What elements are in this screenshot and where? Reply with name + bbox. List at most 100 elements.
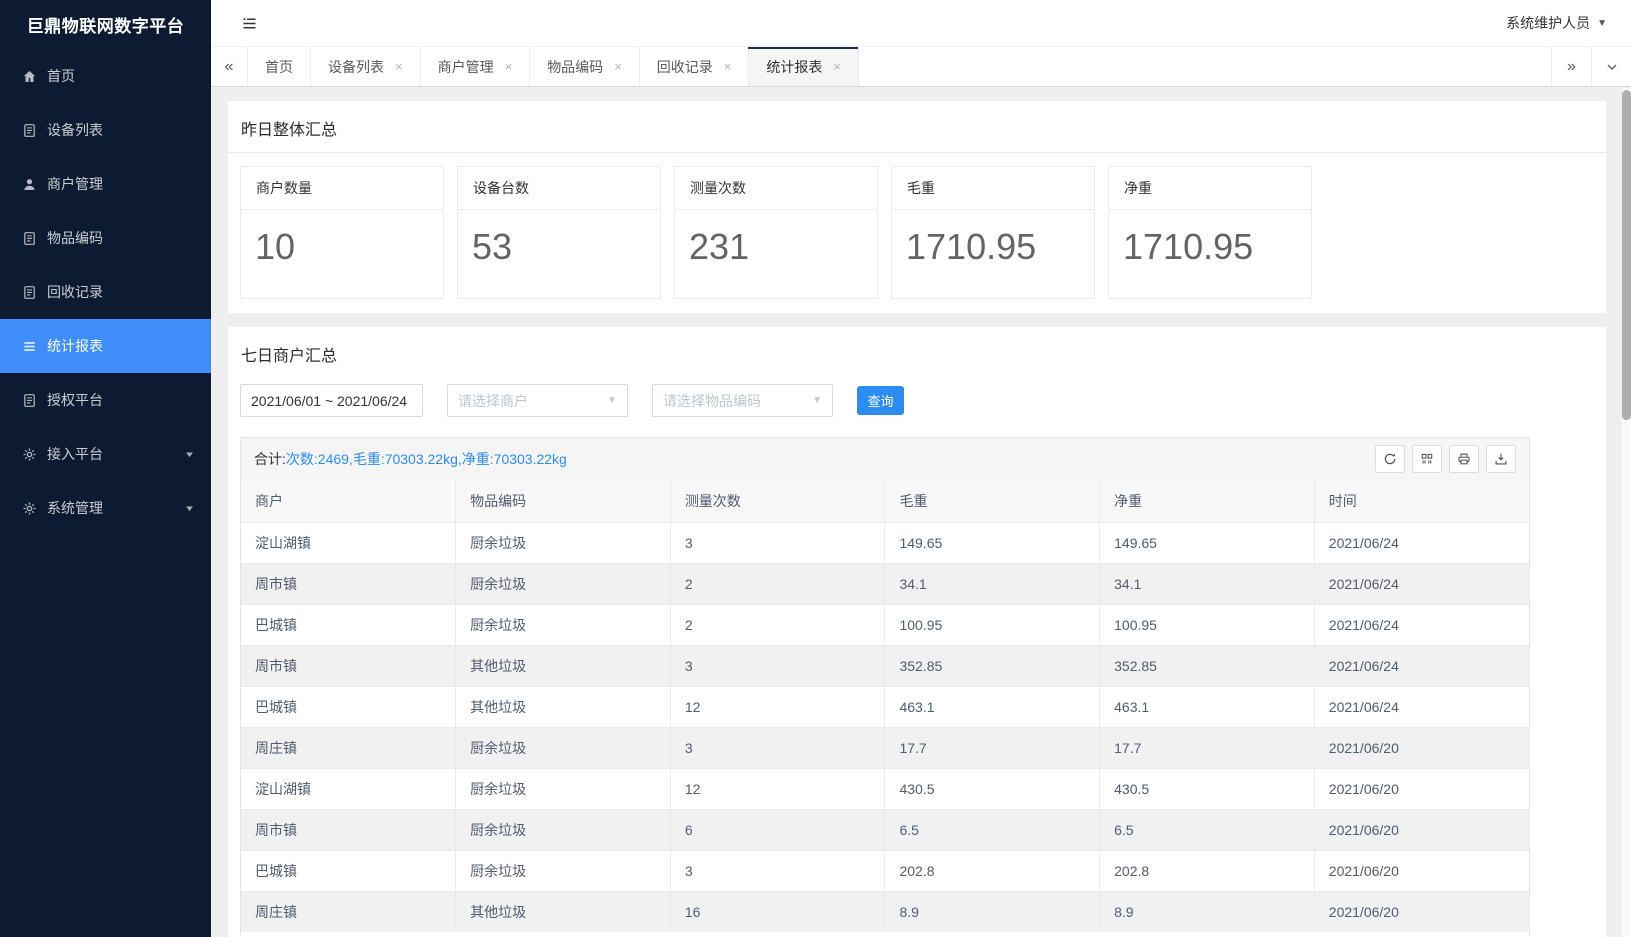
yesterday-summary-title: 昨日整体汇总: [228, 101, 1606, 153]
tab-bar-right-controls: »: [1551, 47, 1631, 86]
table-cell: 202.8: [885, 851, 1100, 892]
table-cell: 12: [670, 769, 885, 810]
tab-label: 物品编码: [547, 57, 603, 77]
tab-label: 回收记录: [657, 57, 713, 77]
tab-物品编码[interactable]: 物品编码 ×: [530, 47, 640, 86]
table-cell: 巴城镇: [241, 605, 456, 646]
sidebar-item-首页[interactable]: 首页: [0, 49, 211, 103]
sidebar-item-授权平台[interactable]: 授权平台: [0, 373, 211, 427]
scroll-tabs-left-button[interactable]: «: [211, 47, 248, 86]
date-range-input[interactable]: [240, 384, 423, 417]
menu-icon: [22, 339, 37, 354]
main-area: 系统维护人员 ▼ « 首页设备列表×商户管理×物品编码×回收记录×统计报表× »…: [211, 0, 1631, 937]
close-tab-icon[interactable]: ×: [614, 60, 622, 73]
table-cell: 淀山湖镇: [241, 523, 456, 564]
stat-card: 毛重1710.95: [891, 166, 1095, 299]
caret-down-icon: ▼: [1597, 18, 1607, 29]
tab-options-button[interactable]: [1591, 47, 1631, 86]
table-cell: 其他垃圾: [456, 892, 671, 933]
close-tab-icon[interactable]: ×: [395, 60, 403, 73]
stat-card-value: 10: [241, 210, 443, 298]
stat-card-label: 毛重: [892, 167, 1094, 210]
table-cell: 16: [670, 892, 885, 933]
table-cell: 8.9: [885, 892, 1100, 933]
query-button[interactable]: 查询: [857, 386, 904, 415]
print-button[interactable]: [1449, 445, 1479, 473]
table-cell: 2021/06/24: [1314, 687, 1529, 728]
merchant-select[interactable]: 请选择商户 ▼: [447, 384, 628, 417]
vertical-scrollbar[interactable]: [1622, 88, 1631, 937]
stat-card-label: 净重: [1109, 167, 1311, 210]
table-cell: 其他垃圾: [456, 646, 671, 687]
sidebar-item-回收记录[interactable]: 回收记录: [0, 265, 211, 319]
tab-首页[interactable]: 首页: [248, 47, 311, 86]
user-menu[interactable]: 系统维护人员 ▼: [1506, 13, 1607, 33]
table-row: 淀山湖镇厨余垃圾12430.5430.52021/06/20: [241, 769, 1529, 810]
table-cell: 巴城镇: [241, 851, 456, 892]
tab-设备列表[interactable]: 设备列表 ×: [311, 47, 421, 86]
scroll-tabs-right-button[interactable]: »: [1551, 47, 1591, 86]
sidebar-item-设备列表[interactable]: 设备列表: [0, 103, 211, 157]
columns-icon: [1420, 452, 1434, 466]
table-cell: 周市镇: [241, 564, 456, 605]
table-cell: 463.1: [885, 687, 1100, 728]
sidebar-item-物品编码[interactable]: 物品编码: [0, 211, 211, 265]
table-cell: 6.5: [885, 810, 1100, 851]
tab-label: 首页: [265, 57, 293, 77]
refresh-button[interactable]: [1375, 445, 1405, 473]
columns-button[interactable]: [1412, 445, 1442, 473]
collapse-sidebar-icon[interactable]: [241, 15, 258, 32]
sidebar-item-系统管理[interactable]: 系统管理: [0, 481, 211, 535]
table-cell: 厨余垃圾: [456, 564, 671, 605]
report-filters: 请选择商户 ▼ 请选择物品编码 ▼ 查询: [228, 378, 1606, 433]
seven-day-report-title: 七日商户汇总: [228, 327, 1606, 378]
sidebar-item-label: 物品编码: [47, 228, 103, 248]
stat-card: 设备台数53: [457, 166, 661, 299]
table-cell: 2021/06/24: [1314, 646, 1529, 687]
export-button[interactable]: [1486, 445, 1516, 473]
table-cell: 2021/06/20: [1314, 728, 1529, 769]
tab-商户管理[interactable]: 商户管理×: [421, 47, 531, 86]
close-tab-icon[interactable]: ×: [724, 60, 732, 73]
pagination: ‹ 123...17 › 到第 页 确定 共 162 条 10 条/页: [241, 932, 1529, 937]
close-tab-icon[interactable]: ×: [833, 60, 841, 73]
table-cell: 2021/06/20: [1314, 851, 1529, 892]
table-cell: 周庄镇: [241, 728, 456, 769]
table-cell: 3: [670, 851, 885, 892]
column-header: 测量次数: [670, 480, 885, 523]
seven-day-report-panel: 七日商户汇总 请选择商户 ▼ 请选择物品编码 ▼ 查询 合计:次数:2469,毛…: [228, 327, 1606, 937]
table-cell: 厨余垃圾: [456, 769, 671, 810]
home-icon: [22, 69, 37, 84]
table-cell: 149.65: [1100, 523, 1315, 564]
report-table-block: 合计:次数:2469,毛重:70303.22kg,净重:70303.22kg 商…: [240, 437, 1530, 937]
merchant-select-placeholder: 请选择商户: [458, 391, 528, 411]
scrollbar-thumb[interactable]: [1622, 90, 1631, 420]
table-cell: 34.1: [885, 564, 1100, 605]
table-cell: 100.95: [885, 605, 1100, 646]
tab-回收记录[interactable]: 回收记录 ×: [640, 47, 750, 86]
table-cell: 2: [670, 605, 885, 646]
stat-card-label: 设备台数: [458, 167, 660, 210]
tab-label: 统计报表: [766, 57, 822, 77]
sidebar-item-统计报表[interactable]: 统计报表: [0, 319, 211, 373]
table-row: 周市镇厨余垃圾66.56.52021/06/20: [241, 810, 1529, 851]
item-code-select[interactable]: 请选择物品编码 ▼: [652, 384, 833, 417]
table-row: 巴城镇厨余垃圾2100.95100.952021/06/24: [241, 605, 1529, 646]
chevron-down-icon: [184, 449, 195, 460]
stat-card-value: 1710.95: [1109, 210, 1311, 298]
column-header: 商户: [241, 480, 456, 523]
table-cell: 2021/06/20: [1314, 769, 1529, 810]
stat-card-value: 53: [458, 210, 660, 298]
table-cell: 淀山湖镇: [241, 769, 456, 810]
table-cell: 3: [670, 646, 885, 687]
tab-统计报表[interactable]: 统计报表 ×: [749, 47, 859, 86]
table-cell: 17.7: [885, 728, 1100, 769]
close-tab-icon[interactable]: ×: [505, 60, 513, 73]
tab-label: 设备列表: [328, 57, 384, 77]
totals-summary: 合计:次数:2469,毛重:70303.22kg,净重:70303.22kg: [254, 449, 567, 469]
stat-card: 商户数量10: [240, 166, 444, 299]
sidebar-item-label: 首页: [47, 66, 75, 86]
sidebar-item-商户管理[interactable]: 商户管理: [0, 157, 211, 211]
table-cell: 17.7: [1100, 728, 1315, 769]
sidebar-item-接入平台[interactable]: 接入平台: [0, 427, 211, 481]
